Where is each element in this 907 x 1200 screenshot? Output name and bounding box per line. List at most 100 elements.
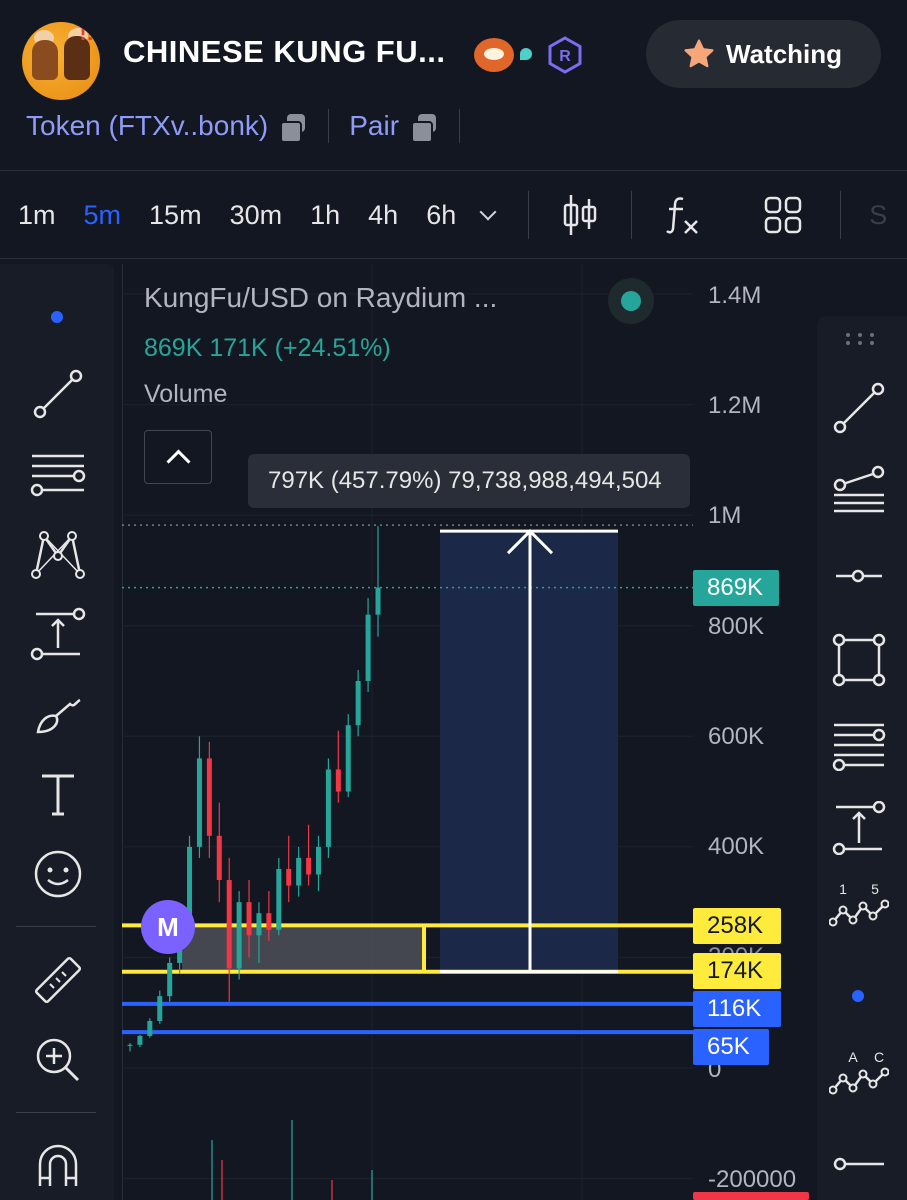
token-address-link[interactable]: Token (FTXv..bonk) <box>26 110 268 142</box>
emoji-icon[interactable] <box>20 844 96 904</box>
text-tool-icon[interactable] <box>20 764 96 824</box>
horizontal-ray-icon[interactable] <box>827 548 891 604</box>
axis-label: 1.2M <box>708 392 762 419</box>
abc-pattern-icon[interactable]: A C <box>827 1046 891 1102</box>
token-avatar[interactable]: !! <box>22 22 100 100</box>
collapse-legend-button[interactable] <box>144 430 212 484</box>
candle-body <box>266 913 272 930</box>
header: !! CHINESE KUNG FU... R Watching Token (… <box>0 0 907 170</box>
chart-ohlc-values: 869K 171K (+24.51%) <box>144 334 391 362</box>
candle-body <box>246 902 252 936</box>
avatar-figure <box>32 40 58 80</box>
candle-body <box>375 587 381 615</box>
market-status-icon <box>608 278 654 324</box>
tf-6h[interactable]: 6h <box>426 200 456 231</box>
timeframe-toolbar: 1m 5m 15m 30m 1h 4h 6h S <box>0 172 907 258</box>
candle-body <box>365 614 371 681</box>
divider <box>459 109 461 143</box>
star-icon <box>684 39 714 68</box>
rectangle-icon[interactable] <box>827 632 891 688</box>
watching-button[interactable]: Watching <box>646 20 881 88</box>
dex-fox-icon <box>474 38 514 72</box>
axis-label: 1M <box>708 502 742 529</box>
magnet-icon[interactable] <box>20 1136 96 1196</box>
tf-4h[interactable]: 4h <box>368 200 398 231</box>
svg-text:R: R <box>559 48 571 65</box>
zone-box <box>182 927 422 972</box>
layout-grid-icon[interactable] <box>748 190 818 240</box>
candle-body <box>216 835 222 881</box>
elliott-label: 5 <box>871 881 879 897</box>
elliott-label: 1 <box>839 881 847 897</box>
volume-indicator-label[interactable]: Volume <box>144 380 227 409</box>
price-range-icon[interactable] <box>827 800 891 856</box>
level-tag-116k: 116K <box>693 991 781 1027</box>
pair-link[interactable]: Pair <box>349 110 399 142</box>
abc-label: C <box>874 1049 884 1065</box>
divider <box>528 191 530 239</box>
candle-body <box>157 996 163 1022</box>
elliott-wave-icon[interactable]: 1 5 <box>827 880 891 936</box>
tf-30m[interactable]: 30m <box>230 200 283 231</box>
chart-symbol-title[interactable]: KungFu/USD on Raydium ... <box>144 282 497 314</box>
divider <box>0 258 907 259</box>
candle-body <box>206 758 212 836</box>
divider <box>0 170 907 171</box>
marker-badge[interactable]: M <box>141 900 195 954</box>
fib-levels-icon[interactable] <box>827 716 891 772</box>
current-price-tag: 869K <box>693 570 779 606</box>
drawing-toolbar <box>0 264 114 1200</box>
divider <box>840 191 842 239</box>
candle-body <box>355 681 361 726</box>
candle-type-icon[interactable] <box>545 190 615 240</box>
drag-handle-icon[interactable] <box>845 332 875 346</box>
measure-tooltip: 797K (457.79%) 79,738,988,494,504 <box>248 454 690 508</box>
trend-line-icon[interactable] <box>827 380 891 436</box>
brush-icon[interactable] <box>20 684 96 744</box>
candle-body <box>306 857 312 875</box>
volume-tag <box>693 1192 809 1200</box>
level-tag-65k: 65K <box>693 1029 769 1065</box>
token-title: CHINESE KUNG FU... <box>123 34 446 69</box>
pitchfork-icon[interactable] <box>827 464 891 520</box>
copy-icon[interactable] <box>409 112 439 143</box>
trend-line-icon[interactable] <box>20 364 96 424</box>
candle-body <box>286 868 292 886</box>
axis-label: -200000 <box>708 1166 797 1193</box>
exclamation-icon: !! <box>79 22 94 45</box>
level-tag-258k: 258K <box>693 908 781 944</box>
toolbar-overflow-text: S <box>869 199 888 230</box>
candle-body <box>236 902 242 969</box>
candle-body <box>196 758 202 847</box>
candle-body <box>127 1044 133 1046</box>
pattern-xabcd-icon[interactable] <box>20 524 96 584</box>
chevron-down-icon[interactable] <box>479 203 497 221</box>
candle-body <box>335 769 341 792</box>
raydium-icon: R <box>546 36 584 74</box>
candle-body <box>226 880 232 969</box>
active-dot-icon <box>852 990 864 1002</box>
zoom-in-icon[interactable] <box>20 1030 96 1090</box>
candle-body <box>167 962 173 997</box>
candle-body <box>345 725 351 792</box>
chain-dot-icon <box>520 48 532 60</box>
divider <box>16 1112 96 1113</box>
abc-label: A <box>848 1049 858 1065</box>
copy-icon[interactable] <box>278 112 308 143</box>
candle-body <box>147 1021 153 1036</box>
divider <box>631 191 633 239</box>
tf-5m[interactable]: 5m <box>84 200 122 231</box>
tf-1h[interactable]: 1h <box>310 200 340 231</box>
indicators-fx-icon[interactable] <box>648 190 718 240</box>
ruler-icon[interactable] <box>20 950 96 1010</box>
candle-body <box>256 913 262 936</box>
horizontal-line-icon[interactable] <box>827 1136 891 1192</box>
divider <box>16 926 96 927</box>
axis-label: 400K <box>708 833 765 860</box>
fib-retracement-icon[interactable] <box>20 444 96 504</box>
candle-body <box>137 1035 143 1045</box>
axis-label: 1.4M <box>708 282 762 309</box>
tf-15m[interactable]: 15m <box>149 200 202 231</box>
tf-1m[interactable]: 1m <box>18 200 56 231</box>
measure-range-icon[interactable] <box>20 604 96 664</box>
